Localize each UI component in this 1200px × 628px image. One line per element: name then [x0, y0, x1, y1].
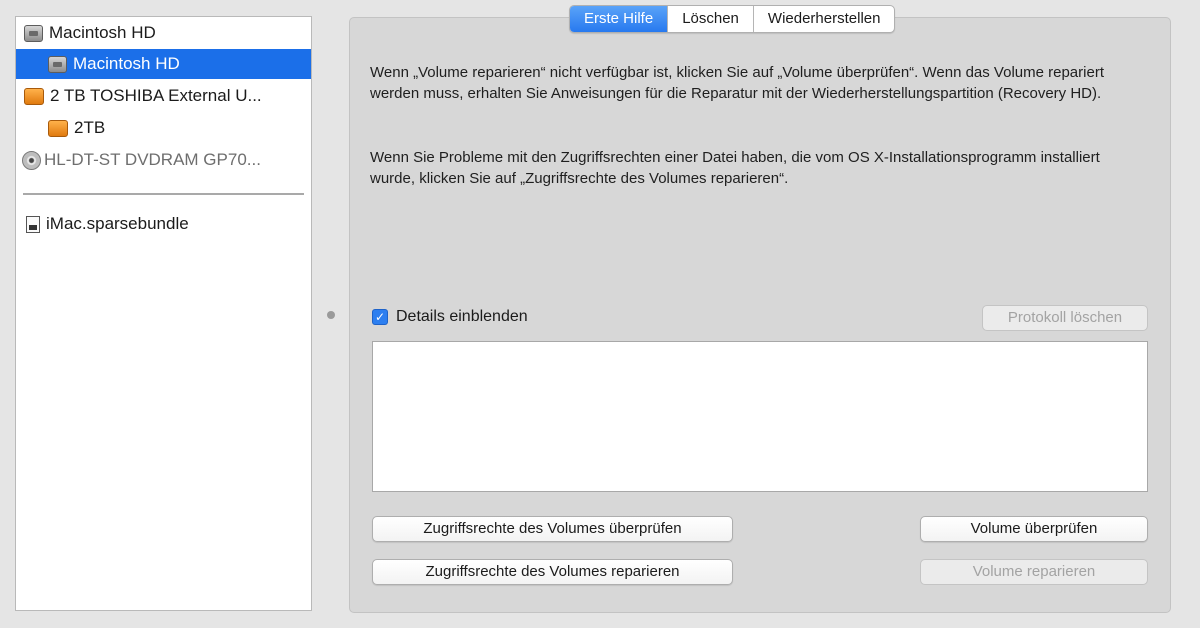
sidebar-item-2tb-volume[interactable]: 2TB: [16, 113, 311, 143]
tab-loeschen[interactable]: Löschen: [667, 6, 753, 32]
sidebar-divider: [23, 193, 304, 195]
permissions-info-text: Wenn Sie Probleme mit den Zugriffsrechte…: [370, 149, 1100, 187]
verify-permissions-button[interactable]: Zugriffsrechte des Volumes überprüfen: [372, 516, 733, 542]
external-volume-icon: [48, 119, 68, 137]
repair-info-text: Wenn „Volume reparieren“ nicht verfügbar…: [370, 64, 1104, 102]
sidebar-item-toshiba-disk[interactable]: 2 TB TOSHIBA External U...: [16, 81, 311, 111]
disk-sidebar: Macintosh HD Macintosh HD 2 TB TOSHIBA E…: [15, 16, 312, 611]
sidebar-item-sparsebundle[interactable]: iMac.sparsebundle: [16, 209, 311, 239]
details-log-area[interactable]: [372, 341, 1148, 492]
disk-image-icon: [26, 215, 40, 233]
sidebar-item-dvd-drive[interactable]: HL-DT-ST DVDRAM GP70...: [16, 145, 311, 175]
sidebar-item-label: HL-DT-ST DVDRAM GP70...: [44, 150, 261, 169]
sidebar-item-label: Macintosh HD: [73, 54, 180, 73]
details-toggle[interactable]: ✓ Details einblenden: [372, 308, 528, 326]
clear-log-button[interactable]: Protokoll löschen: [982, 305, 1148, 331]
verify-volume-button[interactable]: Volume überprüfen: [920, 516, 1148, 542]
repair-volume-button[interactable]: Volume reparieren: [920, 559, 1148, 585]
details-checkbox[interactable]: ✓: [372, 309, 388, 325]
internal-disk-icon: [24, 24, 43, 42]
optical-drive-icon: [22, 150, 41, 170]
tab-bar: Erste Hilfe Löschen Wiederherstellen: [569, 5, 896, 33]
repair-permissions-button[interactable]: Zugriffsrechte des Volumes reparieren: [372, 559, 733, 585]
sidebar-item-label: Macintosh HD: [49, 23, 156, 42]
external-disk-icon: [24, 87, 44, 105]
details-label: Details einblenden: [396, 308, 528, 325]
sidebar-item-macintosh-hd-disk[interactable]: Macintosh HD: [16, 18, 311, 48]
sidebar-item-macintosh-hd-volume[interactable]: Macintosh HD: [16, 49, 311, 79]
sidebar-item-label: 2TB: [74, 118, 106, 137]
tab-erste-hilfe[interactable]: Erste Hilfe: [570, 6, 668, 32]
sidebar-item-label: 2 TB TOSHIBA External U...: [50, 86, 262, 105]
split-view-handle[interactable]: [327, 311, 335, 319]
tab-wiederherstellen[interactable]: Wiederherstellen: [752, 6, 895, 32]
volume-icon: [48, 55, 67, 73]
sidebar-item-label: iMac.sparsebundle: [46, 214, 189, 233]
